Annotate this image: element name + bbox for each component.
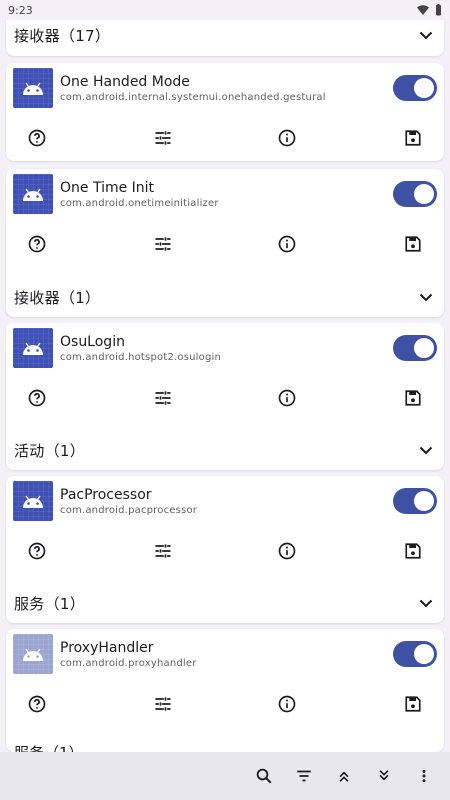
info-icon[interactable] [272, 689, 302, 719]
enable-toggle[interactable] [393, 488, 437, 514]
android-app-icon [13, 68, 53, 108]
chevron-down-icon[interactable] [416, 440, 436, 460]
tune-icon[interactable] [148, 383, 178, 413]
info-icon[interactable] [272, 536, 302, 566]
group-header-receivers-17[interactable]: 接收器（17） [6, 14, 444, 56]
info-icon[interactable] [272, 123, 302, 153]
group-header-label: 服务（1） [14, 594, 86, 613]
android-app-icon [13, 634, 53, 674]
enable-toggle[interactable] [393, 335, 437, 361]
chevron-down-icon[interactable] [416, 287, 436, 307]
component-package: com.android.pacprocessor [60, 505, 198, 516]
group-header-activities-1[interactable]: 活动（1） [6, 430, 444, 470]
wifi-icon [417, 5, 429, 15]
bottom-toolbar [0, 752, 450, 800]
chevron-down-icon[interactable] [416, 25, 436, 45]
component-name: OsuLogin [60, 334, 125, 350]
status-time: 9:23 [8, 3, 33, 17]
tune-icon[interactable] [148, 123, 178, 153]
component-package: com.android.proxyhandler [60, 658, 197, 669]
search-icon[interactable] [244, 756, 284, 796]
help-circle-icon[interactable] [22, 689, 52, 719]
component-name: One Time Init [60, 180, 155, 196]
enable-toggle[interactable] [393, 75, 437, 101]
save-icon[interactable] [398, 123, 428, 153]
help-circle-icon[interactable] [22, 123, 52, 153]
tune-icon[interactable] [148, 689, 178, 719]
component-card: PacProcessor com.android.pacprocessor 服务… [6, 476, 444, 623]
android-app-icon [13, 481, 53, 521]
tune-icon[interactable] [148, 536, 178, 566]
chevron-down-icon[interactable] [416, 593, 436, 613]
help-circle-icon[interactable] [22, 383, 52, 413]
filter-icon[interactable] [284, 756, 324, 796]
group-header-label: 活动（1） [14, 441, 86, 460]
component-card: One Time Init com.android.onetimeinitial… [6, 169, 444, 317]
component-name: ProxyHandler [60, 640, 154, 656]
expand-all-icon[interactable] [364, 756, 404, 796]
enable-toggle[interactable] [393, 641, 437, 667]
tune-icon[interactable] [148, 229, 178, 259]
android-app-icon [13, 328, 53, 368]
status-icons [417, 4, 442, 16]
component-name: PacProcessor [60, 487, 152, 503]
collapse-all-icon[interactable] [324, 756, 364, 796]
info-icon[interactable] [272, 229, 302, 259]
battery-icon [436, 4, 441, 16]
screen: 9:23 接收器（17） One Handed Mode com.android… [0, 0, 450, 800]
component-package: com.android.internal.systemui.onehanded.… [60, 92, 326, 103]
save-icon[interactable] [398, 536, 428, 566]
help-circle-icon[interactable] [22, 229, 52, 259]
save-icon[interactable] [398, 383, 428, 413]
group-header-services-1[interactable]: 服务（1） [6, 583, 444, 623]
component-package: com.android.hotspot2.osulogin [60, 352, 222, 363]
component-name: One Handed Mode [60, 74, 190, 90]
enable-toggle[interactable] [393, 181, 437, 207]
group-header-label: 接收器（17） [14, 26, 111, 45]
component-card: OsuLogin com.android.hotspot2.osulogin 活… [6, 323, 444, 470]
component-card: ProxyHandler com.android.proxyhandler [6, 629, 444, 752]
save-icon[interactable] [398, 229, 428, 259]
help-circle-icon[interactable] [22, 536, 52, 566]
component-package: com.android.onetimeinitializer [60, 198, 219, 209]
save-icon[interactable] [398, 689, 428, 719]
status-bar: 9:23 [0, 0, 450, 20]
component-card: One Handed Mode com.android.internal.sys… [6, 63, 444, 161]
group-header-label: 接收器（1） [14, 288, 101, 307]
android-app-icon [13, 174, 53, 214]
info-icon[interactable] [272, 383, 302, 413]
more-vert-icon[interactable] [404, 756, 444, 796]
group-header-receivers-1[interactable]: 接收器（1） [6, 277, 444, 317]
